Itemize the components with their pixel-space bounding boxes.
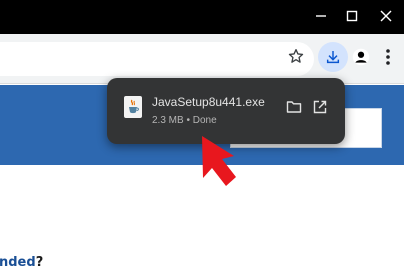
- bookmark-button[interactable]: [285, 45, 307, 67]
- download-status: 2.3 MB • Done: [152, 115, 217, 126]
- show-in-folder-button[interactable]: [285, 98, 303, 116]
- profile-button[interactable]: [350, 46, 372, 68]
- open-external-icon: [313, 100, 327, 114]
- downloads-bubble: JavaSetup8u441.exe 2.3 MB • Done: [107, 78, 345, 144]
- java-cup-icon: [129, 99, 139, 114]
- close-window-button[interactable]: [376, 6, 396, 26]
- profile-icon: [352, 48, 370, 66]
- folder-icon: [286, 101, 302, 113]
- kebab-menu-icon: [386, 49, 390, 65]
- minimize-icon: [316, 15, 326, 17]
- browser-toolbar: [0, 34, 404, 84]
- browser-menu-button[interactable]: [378, 46, 398, 68]
- open-downloaded-file-button[interactable]: [311, 98, 329, 116]
- heading-question-mark: ?: [35, 255, 44, 270]
- java-file-icon: [124, 96, 142, 118]
- page-heading: nded?: [0, 255, 43, 270]
- maximize-icon: [346, 10, 358, 22]
- maximize-button[interactable]: [342, 6, 362, 26]
- browser-title-bar: [0, 0, 404, 34]
- downloads-button[interactable]: [318, 42, 348, 72]
- close-icon: [380, 10, 392, 22]
- page-content: nded?: [0, 165, 404, 275]
- download-icon: [326, 51, 340, 64]
- download-file-name[interactable]: JavaSetup8u441.exe: [152, 95, 265, 109]
- star-icon: [288, 49, 304, 63]
- address-bar[interactable]: [0, 42, 314, 76]
- minimize-button[interactable]: [311, 6, 331, 26]
- heading-link-text[interactable]: nded: [0, 255, 36, 270]
